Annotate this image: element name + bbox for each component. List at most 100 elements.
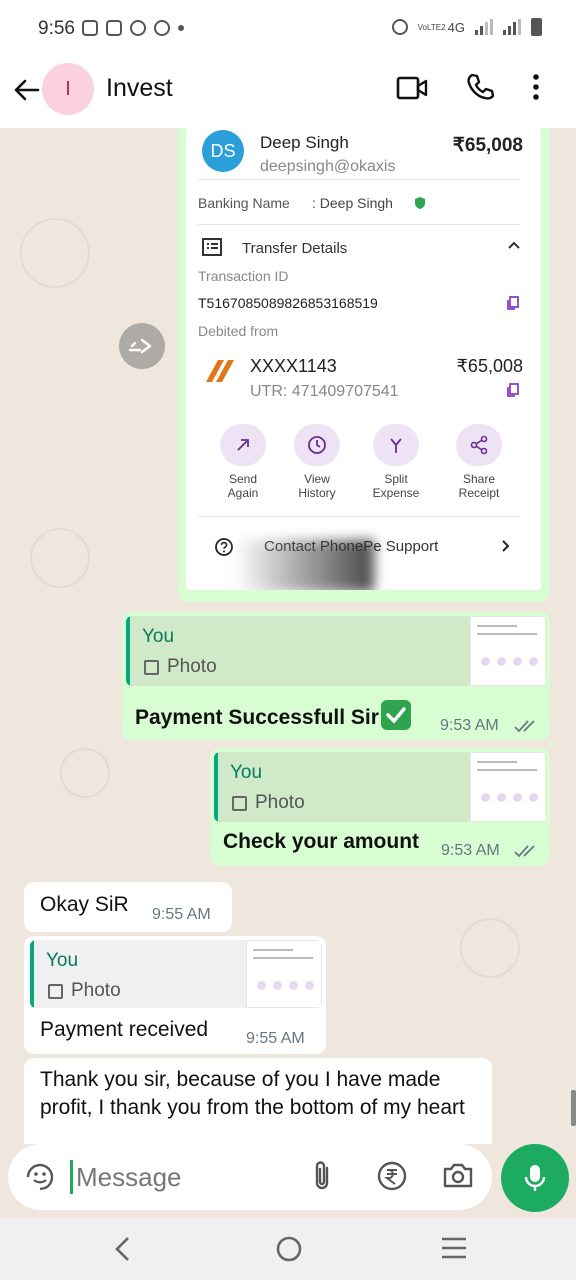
outgoing-message[interactable]: You Photo Payment Successfull Sir 9:53 A… <box>122 612 550 740</box>
avatar[interactable]: I <box>42 63 94 115</box>
share-receipt-action: Share Receipt <box>439 424 519 500</box>
nav-recents-icon[interactable] <box>440 1236 468 1260</box>
quote-accent-bar <box>214 752 218 822</box>
paperclip-icon[interactable] <box>310 1159 334 1193</box>
quoted-photo[interactable]: You Photo <box>214 752 546 822</box>
add-circle-icon <box>154 20 170 36</box>
forward-button[interactable] <box>119 323 165 369</box>
instagram-icon <box>106 20 122 36</box>
arrow-up-right-icon <box>237 439 249 451</box>
bank-of-baroda-logo-icon <box>206 360 234 382</box>
rupee-payment-icon[interactable] <box>376 1160 408 1192</box>
view-history-label: View History <box>298 472 336 500</box>
wallpaper-doodle <box>60 748 110 798</box>
incoming-message[interactable]: Okay SiR 9:55 AM <box>24 882 232 932</box>
utr-number: UTR: 471409707541 <box>250 383 399 400</box>
scrollbar-thumb[interactable] <box>571 1090 576 1126</box>
quote-photo-label-row: Photo <box>232 792 305 814</box>
receipt-list-icon <box>202 238 222 256</box>
message-text: Okay SiR <box>40 893 129 916</box>
message-time: 9:53 AM <box>441 842 500 859</box>
divider <box>198 516 520 517</box>
quote-photo-label: Photo <box>71 980 121 1001</box>
outgoing-message[interactable]: You Photo Check your amount 9:53 AM <box>210 748 550 866</box>
incoming-message[interactable]: Thank you sir, because of you I have mad… <box>24 1058 492 1144</box>
message-time: 9:55 AM <box>246 1030 305 1047</box>
quote-photo-label: Photo <box>255 792 305 813</box>
divider <box>198 224 520 225</box>
receipt-actions: Send Again View History Split Expense Sh… <box>186 424 541 514</box>
composer-bar <box>0 1144 576 1218</box>
help-circle-icon <box>215 538 233 556</box>
send-again-action: Send Again <box>203 424 283 500</box>
camera-icon[interactable] <box>442 1161 474 1189</box>
battery-icon <box>531 18 542 36</box>
banking-name-value: : Deep Singh <box>312 195 393 211</box>
wallpaper-doodle <box>30 528 90 588</box>
receipt-image-message[interactable]: DS Deep Singh deepsingh@okaxis ₹65,008 B… <box>178 128 549 602</box>
transfer-details-label: Transfer Details <box>242 240 348 257</box>
network-label: 4G <box>447 19 465 35</box>
sticker-emoji-icon[interactable] <box>24 1161 56 1193</box>
chevron-right-icon <box>502 540 510 552</box>
status-time: 9:56 <box>38 18 75 39</box>
copy-icon <box>507 296 519 310</box>
chat-title[interactable]: Invest <box>106 74 173 103</box>
verified-shield-icon <box>415 197 425 209</box>
payee-name: Deep Singh <box>260 133 349 152</box>
banking-name-label: Banking Name <box>198 195 290 211</box>
chat-area[interactable]: DS Deep Singh deepsingh@okaxis ₹65,008 B… <box>0 128 576 1144</box>
transaction-id-label: Transaction ID <box>198 268 289 284</box>
quote-author: You <box>46 950 79 971</box>
wallpaper-doodle <box>460 918 520 978</box>
message-text: Check your amount <box>223 830 420 853</box>
transaction-id: T516708508982685316851​9 <box>198 295 378 311</box>
microphone-icon <box>524 1165 546 1191</box>
message-time: 9:53 AM <box>440 717 499 734</box>
check-mark-emoji-icon <box>380 700 411 730</box>
quoted-photo[interactable]: You Photo <box>30 940 322 1008</box>
split-expense-action: Split Expense <box>356 424 436 500</box>
nav-back-icon[interactable] <box>110 1234 134 1264</box>
split-icon <box>390 438 402 453</box>
photo-thumbnail <box>246 940 322 1008</box>
instagram-icon <box>82 20 98 36</box>
voice-message-button[interactable] <box>501 1144 569 1212</box>
nav-home-icon[interactable] <box>274 1234 304 1264</box>
quote-author: You <box>142 626 175 647</box>
avatar-letter: I <box>65 77 71 100</box>
double-check-icon <box>514 845 535 858</box>
back-arrow-icon[interactable] <box>12 76 40 104</box>
split-expense-label: Split Expense <box>372 472 420 500</box>
payee-upi: deepsingh@okaxis <box>260 158 396 175</box>
photo-icon <box>232 795 247 811</box>
phonepe-receipt: DS Deep Singh deepsingh@okaxis ₹65,008 B… <box>186 128 541 590</box>
debit-amount: ₹65,008 <box>456 356 523 376</box>
more-vert-icon[interactable] <box>532 72 540 102</box>
payee-avatar: DS <box>202 130 244 172</box>
share-receipt-label: Share Receipt <box>458 472 500 500</box>
message-text: Thank you sir, because of you I have mad… <box>40 1068 465 1119</box>
alarm-icon <box>391 19 408 35</box>
quote-author: You <box>230 762 263 783</box>
volte-label: VoLTE2 <box>417 22 446 32</box>
video-call-icon[interactable] <box>396 74 428 102</box>
message-input[interactable] <box>76 1156 296 1198</box>
signal-icon-2 <box>503 19 521 35</box>
quoted-photo[interactable]: You Photo <box>126 616 546 686</box>
share-icon <box>470 435 488 455</box>
snapchat-icon <box>130 20 146 36</box>
incoming-message[interactable]: You Photo Payment received 9:55 AM <box>24 936 326 1054</box>
more-notifications-dot <box>178 25 184 31</box>
forward-icon <box>128 338 152 354</box>
quote-accent-bar <box>126 616 130 686</box>
view-history-action: View History <box>277 424 357 500</box>
message-text: Payment received <box>40 1018 209 1041</box>
wallpaper-doodle <box>20 218 90 288</box>
message-text: Payment Successfull Sir <box>135 700 411 730</box>
chat-header: I Invest <box>0 60 576 128</box>
phone-icon[interactable] <box>466 72 496 102</box>
copy-icon <box>507 383 519 397</box>
double-check-icon <box>514 720 535 733</box>
notification-icons <box>82 20 184 36</box>
